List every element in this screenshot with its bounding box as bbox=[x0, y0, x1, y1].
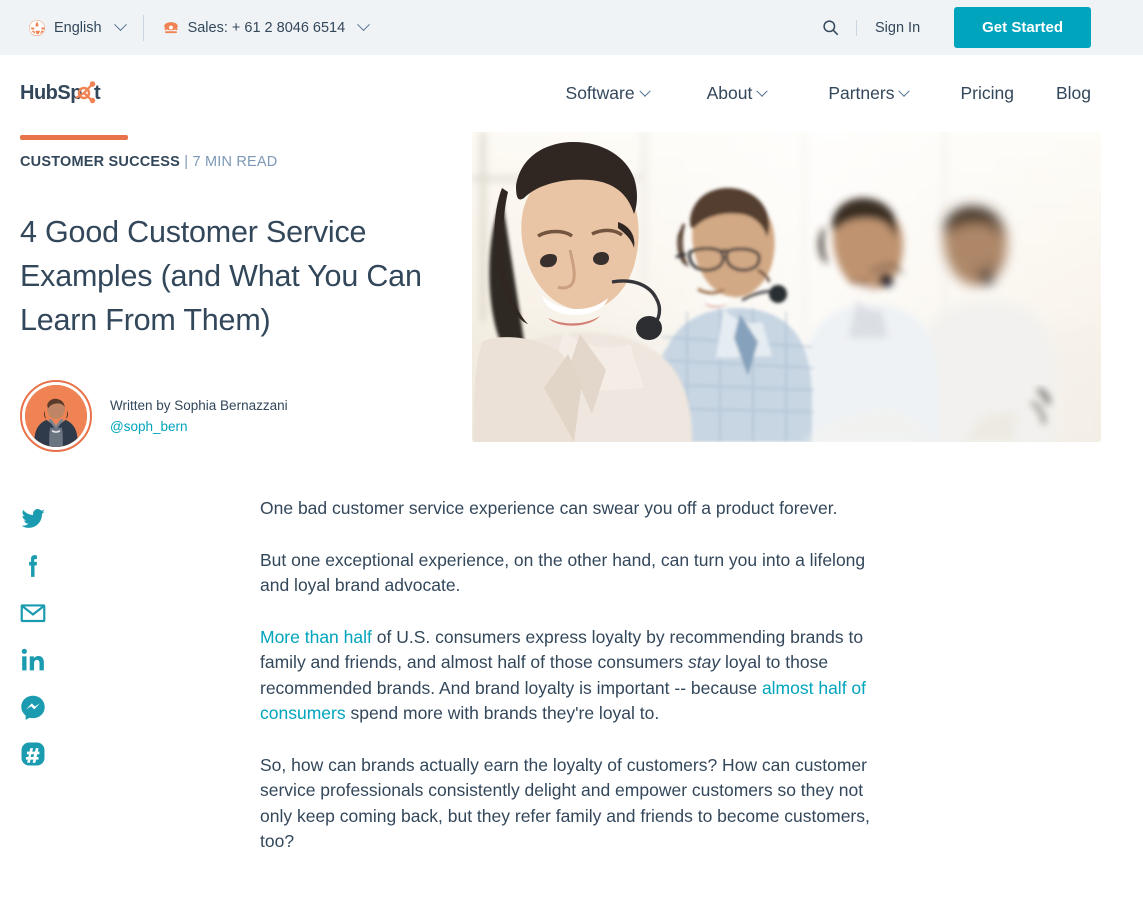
utility-divider bbox=[142, 14, 144, 41]
paragraph-3-part-3: spend more with brands they're loyal to. bbox=[345, 703, 660, 723]
language-selector[interactable]: English bbox=[28, 18, 127, 37]
utility-bar: English Sales: + 61 2 8046 6514 Sign In bbox=[0, 0, 1143, 55]
nav-item-pricing[interactable]: Pricing bbox=[960, 83, 1014, 104]
svg-text:HubSp: HubSp bbox=[20, 82, 82, 104]
sales-phone-label: Sales: + 61 2 8046 6514 bbox=[187, 19, 346, 36]
hubspot-logo[interactable]: HubSp t bbox=[20, 77, 128, 140]
globe-icon bbox=[28, 19, 46, 37]
facebook-icon[interactable] bbox=[20, 553, 48, 581]
avatar-image bbox=[25, 385, 87, 447]
sign-in-link[interactable]: Sign In bbox=[855, 19, 938, 36]
article-read-time: | 7 MIN READ bbox=[184, 154, 278, 170]
nav-item-blog[interactable]: Blog bbox=[1056, 83, 1091, 104]
twitter-icon[interactable] bbox=[20, 506, 48, 534]
author-byline: Written by Sophia Bernazzani @soph_bern bbox=[20, 380, 472, 452]
nav-item-partners[interactable]: Partners bbox=[828, 83, 911, 104]
linkedin-icon[interactable] bbox=[20, 647, 48, 675]
phone-icon bbox=[162, 19, 180, 37]
chevron-down-icon bbox=[638, 85, 651, 97]
main-navigation: HubSp t Software About Partners Pricing bbox=[0, 55, 1143, 140]
chevron-down-icon bbox=[357, 18, 371, 32]
byline-text: Written by Sophia Bernazzani @soph_bern bbox=[110, 395, 288, 437]
paragraph-3: More than half of U.S. consumers express… bbox=[260, 625, 870, 727]
chevron-down-icon bbox=[113, 18, 127, 32]
article-body: One bad customer service experience can … bbox=[0, 496, 1143, 881]
hero-image bbox=[472, 132, 1101, 442]
utility-right-group: Sign In Get Started bbox=[816, 7, 1091, 48]
search-icon[interactable] bbox=[816, 13, 846, 43]
chevron-down-icon bbox=[898, 85, 911, 97]
paragraph-4: So, how can brands actually earn the loy… bbox=[260, 754, 870, 852]
language-label: English bbox=[54, 19, 102, 36]
nav-item-software-label: Software bbox=[565, 83, 635, 103]
chevron-down-icon bbox=[756, 85, 768, 97]
link-more-than-half[interactable]: More than half bbox=[260, 627, 372, 647]
emphasis-stay: stay bbox=[688, 652, 721, 672]
email-icon[interactable] bbox=[20, 600, 48, 628]
nav-item-about-label: About bbox=[706, 83, 753, 103]
sales-phone-selector[interactable]: Sales: + 61 2 8046 6514 bbox=[162, 18, 371, 37]
page-title: 4 Good Customer Service Examples (and Wh… bbox=[20, 215, 422, 337]
messenger-icon[interactable] bbox=[20, 694, 48, 722]
article-category[interactable]: CUSTOMER SUCCESS bbox=[20, 154, 180, 170]
author-name: Written by Sophia Bernazzani bbox=[110, 398, 288, 413]
author-handle-link[interactable]: @soph_bern bbox=[110, 416, 288, 437]
hashtag-icon[interactable] bbox=[20, 741, 48, 769]
nav-links: Software About Partners Pricing Blog bbox=[566, 83, 1091, 104]
get-started-button[interactable]: Get Started bbox=[954, 7, 1091, 48]
avatar[interactable] bbox=[20, 380, 92, 452]
paragraph-1: One bad customer service experience can … bbox=[260, 498, 838, 518]
article-kicker: CUSTOMER SUCCESS | 7 MIN READ bbox=[20, 154, 472, 170]
nav-item-partners-label: Partners bbox=[828, 83, 895, 103]
article-text-column: One bad customer service experience can … bbox=[260, 496, 870, 881]
social-share-rail bbox=[20, 496, 260, 881]
nav-item-about[interactable]: About bbox=[706, 83, 768, 104]
utility-left-group: English Sales: + 61 2 8046 6514 bbox=[28, 14, 371, 41]
paragraph-2: But one exceptional experience, on the o… bbox=[260, 549, 866, 596]
article-header-text: CUSTOMER SUCCESS | 7 MIN READ 4 Good Cus… bbox=[20, 132, 472, 452]
nav-item-software[interactable]: Software bbox=[565, 83, 651, 104]
